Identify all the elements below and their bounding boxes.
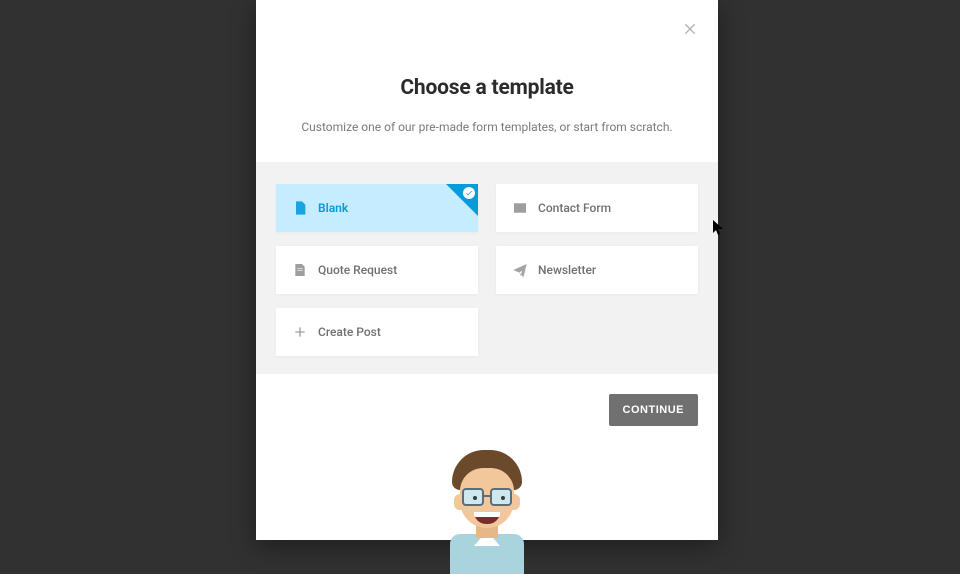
plus-icon xyxy=(292,324,308,340)
template-card-blank[interactable]: Blank xyxy=(276,184,478,232)
mascot-area xyxy=(256,440,718,540)
modal-title: Choose a template xyxy=(256,76,718,100)
template-card-create-post[interactable]: Create Post xyxy=(276,308,478,356)
modal-subtitle: Customize one of our pre-made form templ… xyxy=(256,120,718,134)
modal-header: Choose a template Customize one of our p… xyxy=(256,0,718,134)
template-card-quote-request[interactable]: Quote Request xyxy=(276,246,478,294)
template-card-label: Create Post xyxy=(318,325,381,339)
check-icon xyxy=(465,189,473,197)
template-grid: Blank Contact Form Quote Request xyxy=(276,184,698,356)
template-card-label: Newsletter xyxy=(538,263,596,277)
template-card-label: Contact Form xyxy=(538,201,611,215)
template-card-label: Quote Request xyxy=(318,263,397,277)
document-icon xyxy=(292,262,308,278)
template-chooser-modal: Choose a template Customize one of our p… xyxy=(256,0,718,540)
selected-check-badge xyxy=(463,187,475,199)
mascot-avatar xyxy=(432,450,542,560)
close-icon xyxy=(682,20,698,36)
cursor-icon xyxy=(713,220,725,236)
paper-plane-icon xyxy=(512,262,528,278)
template-card-newsletter[interactable]: Newsletter xyxy=(496,246,698,294)
modal-footer: CONTINUE xyxy=(256,374,718,446)
template-grid-container: Blank Contact Form Quote Request xyxy=(256,162,718,374)
close-button[interactable] xyxy=(682,20,698,36)
file-icon xyxy=(292,200,308,216)
template-card-label: Blank xyxy=(318,201,348,215)
mail-icon xyxy=(512,200,528,216)
continue-button[interactable]: CONTINUE xyxy=(609,394,698,426)
template-card-contact-form[interactable]: Contact Form xyxy=(496,184,698,232)
